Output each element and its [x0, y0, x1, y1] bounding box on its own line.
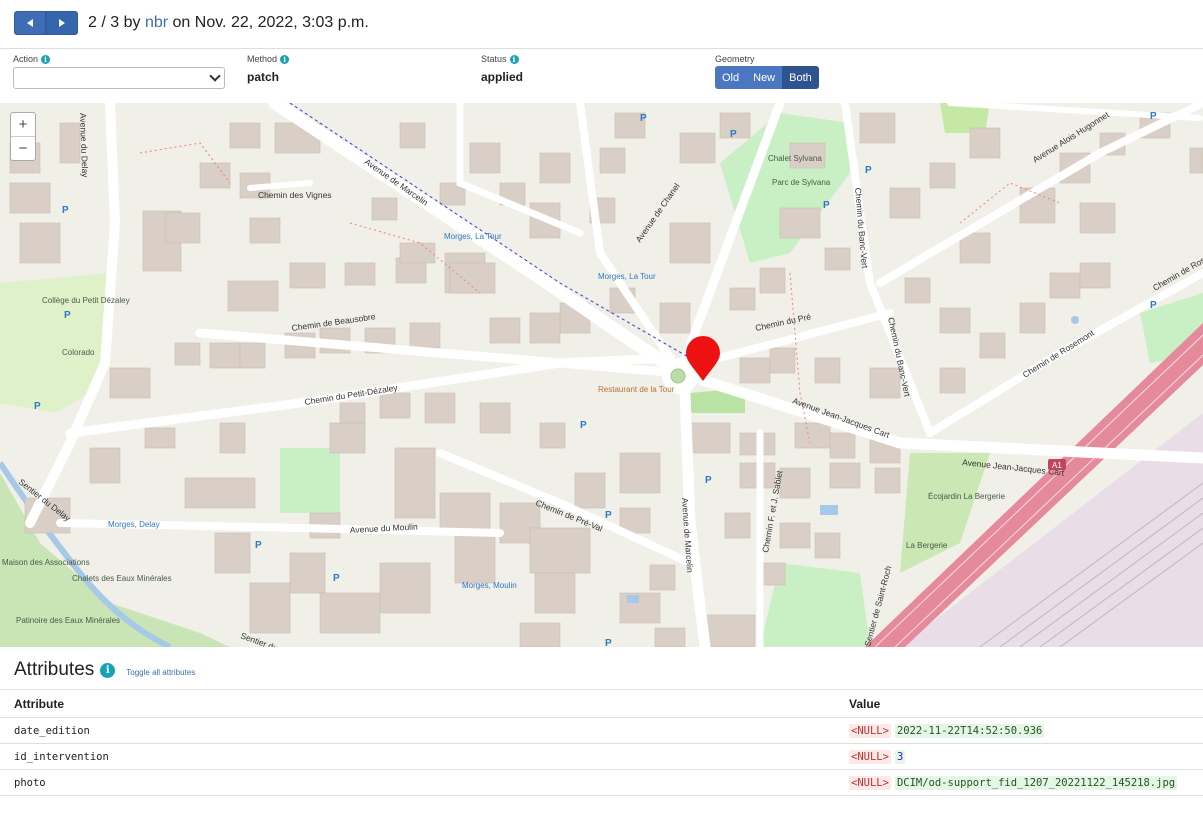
change-form: Action i Method i patch Status i applied Ge… — [0, 49, 1203, 103]
new-value: 2022-11-22T14:52:50.936 — [894, 723, 1045, 738]
column-header-attribute: Attribute — [0, 689, 845, 718]
motorway-shield: A1 — [1052, 461, 1062, 470]
on-text: on — [172, 14, 191, 31]
poi-label: Morges, La Tour — [444, 232, 502, 241]
svg-text:P: P — [730, 129, 737, 140]
poi-label: Patinoire des Eaux Minérales — [16, 616, 120, 625]
change-position: 2 / 3 — [88, 14, 120, 31]
zoom-out-button[interactable]: − — [11, 137, 35, 160]
status-label-row: Status i — [481, 54, 523, 64]
geometry-new-button[interactable]: New — [746, 66, 783, 89]
geometry-label: Geometry — [715, 54, 755, 64]
action-group: Action i — [13, 54, 225, 89]
table-header-row: Attribute Value — [0, 689, 1203, 718]
poi-label: Restaurant de la Tour — [598, 385, 675, 394]
info-icon[interactable]: i — [280, 54, 290, 64]
poi-label: Morges, La Tour — [598, 272, 656, 281]
new-value: DCIM/od-support_fid_1207_20221122_145218… — [894, 775, 1178, 790]
change-date: Nov. 22, 2022, 3:03 p.m. — [194, 14, 369, 31]
old-null-badge: <NULL> — [849, 723, 891, 738]
header: 2 / 3 by nbr on Nov. 22, 2022, 3:03 p.m. — [0, 0, 1203, 49]
attribute-value-cell: <NULL> DCIM/od-support_fid_1207_20221122_… — [845, 769, 1203, 796]
svg-text:P: P — [333, 573, 340, 584]
nav-buttons — [14, 11, 78, 35]
column-header-value: Value — [845, 689, 1203, 718]
info-icon[interactable]: i — [41, 54, 51, 64]
svg-text:P: P — [580, 420, 587, 431]
attributes-header: Attributes i Toggle all attributes — [14, 659, 195, 681]
svg-text:P: P — [1150, 300, 1157, 311]
svg-text:P: P — [34, 401, 41, 412]
attribute-name: id_intervention — [0, 743, 845, 770]
attributes-table: Attribute Value date_edition <NULL> 2022-… — [0, 689, 1203, 796]
status-group: Status i applied — [481, 54, 523, 84]
action-label-row: Action i — [13, 54, 225, 64]
poi-label: Colorado — [62, 348, 95, 357]
table-row: id_intervention <NULL> 3 — [0, 743, 1203, 770]
poi-label: La Bergerie — [906, 541, 948, 550]
poi-label: Chalets des Eaux Minérales — [72, 574, 172, 583]
page-title: 2 / 3 by nbr on Nov. 22, 2022, 3:03 p.m. — [88, 14, 369, 32]
status-label: Status — [481, 54, 507, 64]
geometry-old-button[interactable]: Old — [715, 66, 747, 89]
zoom-control: + − — [10, 112, 36, 161]
geometry-toggle: Old New Both — [715, 66, 819, 89]
info-icon[interactable]: i — [100, 662, 116, 678]
previous-button[interactable] — [14, 11, 46, 35]
attribute-name: date_edition — [0, 717, 845, 744]
poi-label: Chalet Sylvana — [768, 154, 822, 163]
poi-label: Collège du Petit Dézaley — [42, 296, 130, 305]
table-row: photo <NULL> DCIM/od-support_fid_1207_202… — [0, 769, 1203, 796]
svg-text:P: P — [64, 310, 71, 321]
poi-label: Maison des Associations — [2, 558, 90, 567]
geometry-group: Geometry Old New Both — [715, 54, 819, 89]
old-null-badge: <NULL> — [849, 749, 891, 764]
poi-label: Parc de Sylvana — [772, 178, 831, 187]
svg-text:P: P — [865, 165, 872, 176]
street-label: Chemin des Vignes — [258, 190, 332, 200]
chevron-down-icon — [209, 70, 221, 82]
action-label: Action — [13, 54, 39, 64]
method-value: patch — [247, 70, 280, 84]
attribute-value-cell: <NULL> 3 — [845, 743, 1203, 770]
poi-label: Écojardin La Bergerie — [928, 492, 1005, 501]
svg-text:P: P — [605, 510, 612, 521]
svg-text:P: P — [1150, 111, 1157, 122]
svg-text:P: P — [705, 475, 712, 486]
by-text: by — [123, 14, 141, 31]
attribute-name: photo — [0, 769, 845, 796]
map-canvas: Avenue de Marcelin Avenue du Delay Chemi… — [0, 103, 1203, 647]
author-link[interactable]: nbr — [145, 14, 168, 31]
poi-label: Morges, Moulin — [462, 581, 517, 590]
chevron-left-icon — [27, 19, 33, 27]
map[interactable]: Avenue de Marcelin Avenue du Delay Chemi… — [0, 103, 1203, 647]
attribute-value-cell: <NULL> 2022-11-22T14:52:50.936 — [845, 717, 1203, 744]
method-label-row: Method i — [247, 54, 290, 64]
method-group: Method i patch — [247, 54, 290, 84]
next-button[interactable] — [46, 11, 78, 35]
svg-text:P: P — [255, 540, 262, 551]
old-null-badge: <NULL> — [849, 775, 891, 790]
info-icon[interactable]: i — [509, 54, 519, 64]
method-label: Method — [247, 54, 278, 64]
zoom-in-button[interactable]: + — [11, 113, 35, 137]
poi-label: Morges, Delay — [108, 520, 160, 529]
svg-text:P: P — [605, 638, 612, 647]
toggle-all-attributes-link[interactable]: Toggle all attributes — [126, 668, 195, 677]
table-row: date_edition <NULL> 2022-11-22T14:52:50.9… — [0, 717, 1203, 744]
attributes-title: Attributes — [14, 659, 95, 680]
svg-text:P: P — [640, 113, 647, 124]
status-value: applied — [481, 70, 524, 84]
new-value: 3 — [894, 749, 906, 764]
chevron-right-icon — [59, 19, 65, 27]
action-select[interactable] — [13, 67, 225, 89]
svg-text:P: P — [62, 205, 69, 216]
geometry-both-button[interactable]: Both — [782, 66, 819, 89]
svg-text:P: P — [823, 200, 830, 211]
